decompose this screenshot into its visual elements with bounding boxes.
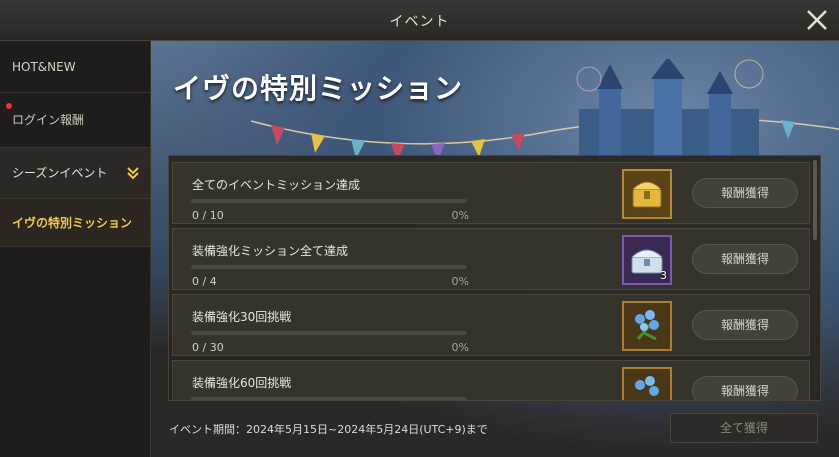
chevron-down-icon [127,167,139,180]
mission-progress-bar [191,331,467,335]
mission-row: 装備強化ミッション全て達成 0 / 4 0% 3 報酬獲得 [172,228,810,290]
reward-item[interactable] [622,301,672,351]
mission-title: 全てのイベントミッション達成 [192,178,361,192]
claim-reward-button[interactable]: 報酬獲得 [692,178,798,208]
sidebar-item-season-event[interactable]: シーズンイベント [0,148,150,199]
reward-item[interactable]: 3 [622,235,672,285]
claim-reward-button[interactable]: 報酬獲得 [692,244,798,274]
mission-list: 全てのイベントミッション達成 0 / 10 0% 報酬獲得 装備強化ミッション全… [168,155,821,401]
banner-title: イヴの特別ミッション [173,72,464,105]
blue-flower-icon [635,376,659,396]
gold-chest-icon [632,181,662,208]
mission-title: 装備強化30回挑戦 [192,310,292,324]
mission-progress-count: 0 / 4 [192,275,217,288]
sidebar-item-login-reward[interactable]: ログイン報酬 [0,93,150,148]
mission-row: 装備強化60回挑戦 報酬獲得 [172,360,810,400]
claim-all-button[interactable]: 全て獲得 [670,413,818,443]
mission-row: 装備強化30回挑戦 0 / 30 0% 報酬獲得 [172,294,810,356]
sidebar-item-label: HOT&NEW [12,60,76,74]
event-period-text: イベント期間：2024年5月15日~2024年5月24日(UTC+9)まで [169,423,488,436]
scrollbar-thumb[interactable] [813,160,817,240]
claim-reward-button[interactable]: 報酬獲得 [692,310,798,340]
sidebar-item-label: イヴの特別ミッション [12,216,133,230]
sidebar-item-eve-mission[interactable]: イヴの特別ミッション [0,199,150,247]
mission-progress-count: 0 / 10 [192,209,224,222]
sidebar-item-hot-new[interactable]: HOT&NEW [0,41,150,93]
sidebar-item-label: ログイン報酬 [12,113,85,127]
mission-progress-percent: 0% [451,341,469,354]
castle-illustration [576,59,764,169]
close-icon [807,10,827,30]
title-bar: イベント [0,0,839,41]
mission-title: 装備強化ミッション全て達成 [192,244,349,258]
reward-quantity: 3 [660,269,667,282]
window-title: イベント [389,14,450,30]
mission-progress-percent: 0% [451,209,469,222]
mission-row: 全てのイベントミッション達成 0 / 10 0% 報酬獲得 [172,162,810,224]
sidebar-item-label: シーズンイベント [12,166,108,180]
close-button[interactable] [803,6,831,34]
mission-list-scrollbar[interactable] [813,160,817,395]
mission-title: 装備強化60回挑戦 [192,376,292,390]
reward-item[interactable] [622,169,672,219]
blue-flower-icon [635,310,659,341]
claim-reward-button[interactable]: 報酬獲得 [692,376,798,400]
mission-progress-bar [191,199,467,203]
mission-progress-bar [191,397,467,400]
mission-progress-bar [191,265,467,269]
mission-progress-percent: 0% [451,275,469,288]
mission-progress-count: 0 / 30 [192,341,224,354]
reward-item[interactable] [622,367,672,400]
notification-dot [6,103,12,109]
event-sidebar: HOT&NEW ログイン報酬 シーズンイベント イヴの特別ミッション [0,41,151,457]
